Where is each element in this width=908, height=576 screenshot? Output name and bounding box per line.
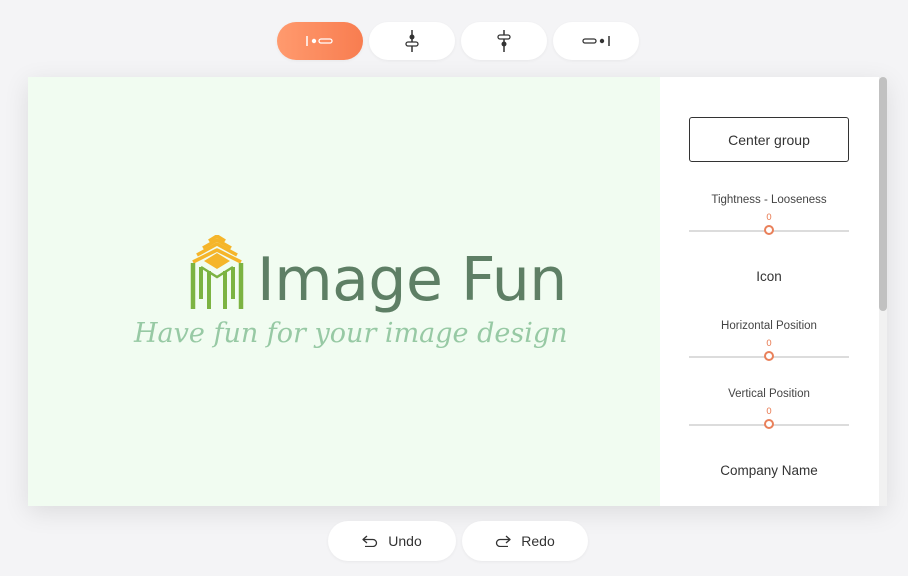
horizontal-position-label: Horizontal Position xyxy=(721,320,817,332)
history-controls: Undo Redo xyxy=(328,521,588,561)
tightness-value: 0 xyxy=(766,213,772,223)
undo-label: Undo xyxy=(388,533,422,549)
tightness-slider[interactable]: 0 xyxy=(689,213,849,237)
horizontal-position-value: 0 xyxy=(766,339,772,349)
layout-align-top-button[interactable] xyxy=(369,22,455,60)
align-left-layout-icon xyxy=(306,36,333,46)
horizontal-position-slider[interactable]: 0 xyxy=(689,339,849,363)
slider-thumb[interactable] xyxy=(764,419,774,429)
redo-icon xyxy=(496,535,511,547)
settings-controls: Center group xyxy=(689,117,849,162)
layout-align-left-button[interactable] xyxy=(277,22,363,60)
vertical-position-value: 0 xyxy=(766,407,772,417)
vertical-position-slider[interactable]: 0 xyxy=(689,407,849,431)
align-right-layout-icon xyxy=(582,36,610,46)
undo-button[interactable]: Undo xyxy=(328,521,456,561)
redo-label: Redo xyxy=(521,533,555,549)
vertical-position-label: Vertical Position xyxy=(728,388,810,400)
scrollbar-thumb[interactable] xyxy=(879,77,887,311)
sidebar-scrollbar[interactable] xyxy=(879,77,887,506)
layout-align-bottom-button[interactable] xyxy=(461,22,547,60)
logo-icon xyxy=(190,235,244,309)
align-bottom-layout-icon xyxy=(497,30,511,52)
tagline-text[interactable]: Have fun for your image design xyxy=(134,317,568,351)
editor-panel: Image Fun Have fun for your image design… xyxy=(28,77,887,506)
slider-thumb[interactable] xyxy=(764,351,774,361)
design-canvas[interactable]: Image Fun Have fun for your image design xyxy=(28,77,660,506)
settings-sidebar: Center group Tightness - Looseness 0 Ico… xyxy=(660,77,887,506)
align-top-layout-icon xyxy=(405,30,419,52)
tightness-label: Tightness - Looseness xyxy=(711,194,827,206)
layout-switcher xyxy=(277,22,639,60)
redo-button[interactable]: Redo xyxy=(462,521,588,561)
layout-align-right-button[interactable] xyxy=(553,22,639,60)
slider-thumb[interactable] xyxy=(764,225,774,235)
company-name-section-title: Company Name xyxy=(720,463,818,478)
brand-name-text[interactable]: Image Fun xyxy=(257,244,567,316)
undo-icon xyxy=(362,535,378,547)
icon-section-title: Icon xyxy=(756,269,782,284)
center-group-button[interactable]: Center group xyxy=(689,117,849,162)
